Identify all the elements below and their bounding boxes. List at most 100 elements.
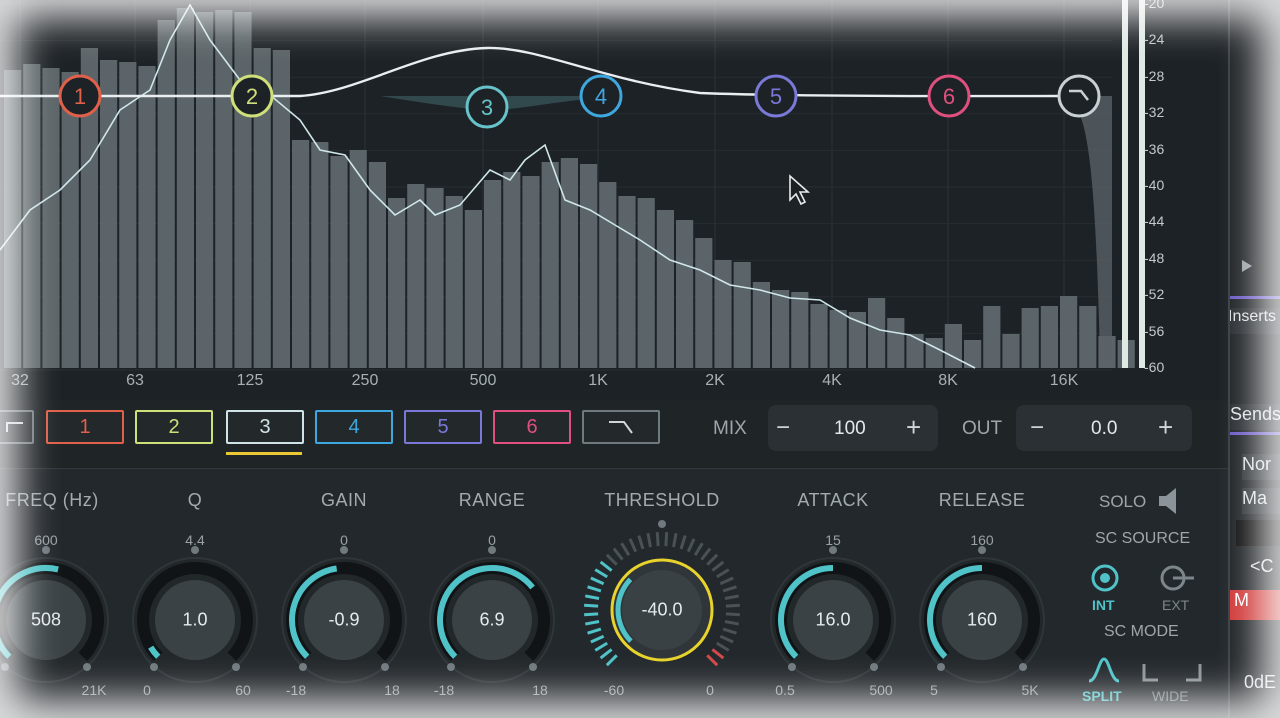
spectrum-bar <box>925 338 943 368</box>
q-value: 1.0 <box>182 609 208 630</box>
threshold-meter-segment <box>725 603 740 608</box>
threshold-meter-segment <box>700 547 712 561</box>
gain-label: GAIN <box>320 490 368 510</box>
threshold-meter-segment <box>711 648 725 660</box>
highcut-filter-icon[interactable] <box>1057 74 1101 118</box>
sc-source-ext[interactable]: EXT <box>1162 597 1189 613</box>
attack-label: ATTACK <box>797 490 869 510</box>
band-node-label: 5 <box>770 84 782 109</box>
threshold-meter-segment <box>584 603 599 608</box>
host-select-1[interactable]: Nor <box>1242 454 1280 480</box>
sends-header[interactable]: Sends <box>1230 404 1280 430</box>
knob-max-dot <box>529 663 538 672</box>
db-tick-label: -32 <box>1144 104 1165 121</box>
freq-value: 508 <box>30 609 62 630</box>
host-input-routing[interactable]: <C <box>1250 556 1280 580</box>
spectrum-bar <box>810 304 828 368</box>
sc-source-label: SC SOURCE <box>1095 530 1191 547</box>
knob-min-dot <box>446 663 455 672</box>
inserts-header[interactable]: Inserts <box>1230 308 1280 334</box>
highcut-filter-icon <box>609 421 633 434</box>
threshold-meter-segment <box>724 594 739 600</box>
threshold-meter-segment <box>585 620 600 626</box>
mute-button[interactable]: M <box>1230 590 1280 620</box>
db-tick-label: -40 <box>1144 177 1165 193</box>
host-divider <box>1230 296 1280 299</box>
band-button-2[interactable]: 2 <box>135 410 213 444</box>
selected-band-underline <box>226 452 302 455</box>
frequency-tick-label: 500 <box>469 372 497 389</box>
speaker-icon[interactable] <box>1156 486 1184 516</box>
spectrum-bar <box>388 198 406 368</box>
band-node-label: 4 <box>595 84 607 109</box>
threshold-meter-segment <box>599 560 613 572</box>
spectrum-bar <box>1002 334 1020 368</box>
threshold-meter-segment <box>599 648 613 660</box>
band-button-1[interactable]: 1 <box>46 410 124 444</box>
band-node-2[interactable]: 2 <box>230 74 274 118</box>
frequency-tick-label: 8K <box>938 372 958 389</box>
knob-min-dot <box>0 663 9 672</box>
spectrum-bar <box>311 142 329 368</box>
mix-value[interactable]: 100 <box>834 418 866 440</box>
band-node-6[interactable]: 6 <box>927 74 971 118</box>
spectrum-bar <box>752 282 770 368</box>
host-db-readout: 0dE <box>1244 672 1277 692</box>
host-fader-strip <box>1236 520 1280 546</box>
knob-top-dot <box>658 520 666 528</box>
spectrum-bar <box>906 334 924 368</box>
knob-max-dot <box>232 663 241 672</box>
sc-mode-split[interactable]: SPLIT <box>1082 688 1122 704</box>
sc-source-ext-icon[interactable] <box>1158 562 1198 594</box>
band-button-4[interactable]: 4 <box>315 410 393 444</box>
band-button-lowcut[interactable] <box>0 410 34 444</box>
knob-min-dot <box>298 663 307 672</box>
band-button-3[interactable]: 3 <box>226 410 304 444</box>
db-tick-label: -20 <box>1144 0 1165 11</box>
spectrum-bar <box>292 140 310 368</box>
frequency-tick-label: 32 <box>11 372 29 389</box>
spectrum-bar <box>772 290 790 368</box>
frequency-tick-label: 4K <box>822 372 842 389</box>
knob-top-dot <box>42 546 50 554</box>
sc-source-int-icon[interactable] <box>1089 562 1121 594</box>
out-increment-button[interactable]: + <box>1158 412 1173 443</box>
threshold-meter-segment <box>725 612 740 617</box>
host-select-2[interactable]: Ma <box>1242 488 1280 514</box>
spectrum-analyzer[interactable]: 1 2 3 4 5 6 <box>0 0 1230 400</box>
knob-top-dot <box>191 546 199 554</box>
spectrum-bar <box>580 164 598 368</box>
band-node-3[interactable]: 3 <box>465 85 509 129</box>
band-node-5[interactable]: 5 <box>754 74 798 118</box>
sc-mode-wide-icon[interactable] <box>1140 660 1204 686</box>
out-value[interactable]: 0.0 <box>1091 418 1117 440</box>
threshold-meter-segment <box>612 547 624 561</box>
mix-increment-button[interactable]: + <box>906 412 921 443</box>
spectrum-bar <box>656 210 674 368</box>
band-button-6[interactable]: 6 <box>493 410 571 444</box>
knob-max-dot <box>381 663 390 672</box>
band-node-4[interactable]: 4 <box>579 74 623 118</box>
db-tick-label: -24 <box>1144 31 1165 48</box>
release-label: RELEASE <box>938 490 1026 510</box>
spectrum-bar <box>637 198 655 368</box>
frequency-tick-label: 2K <box>705 372 725 389</box>
db-tick-label: -28 <box>1144 67 1165 84</box>
range-label: RANGE <box>458 490 526 510</box>
db-tick-label: -36 <box>1144 140 1165 157</box>
band-node-1[interactable]: 1 <box>58 74 102 118</box>
threshold-meter-segment <box>585 594 600 600</box>
gain-value: -0.9 <box>328 609 360 630</box>
play-arrow-icon[interactable] <box>1240 258 1254 274</box>
band-button-5[interactable]: 5 <box>404 410 482 444</box>
sc-mode-split-icon[interactable] <box>1087 657 1121 683</box>
knob-max-dot <box>870 663 879 672</box>
spectrum-bar <box>983 306 1001 368</box>
spectrum-bar <box>484 180 502 368</box>
band-button-highcut[interactable] <box>582 410 660 444</box>
sc-mode-wide[interactable]: WIDE <box>1152 688 1189 704</box>
sc-source-int[interactable]: INT <box>1092 597 1115 613</box>
threshold-meter-segment <box>722 627 737 635</box>
out-decrement-button[interactable]: − <box>1030 414 1044 442</box>
mix-decrement-button[interactable]: − <box>776 414 790 442</box>
